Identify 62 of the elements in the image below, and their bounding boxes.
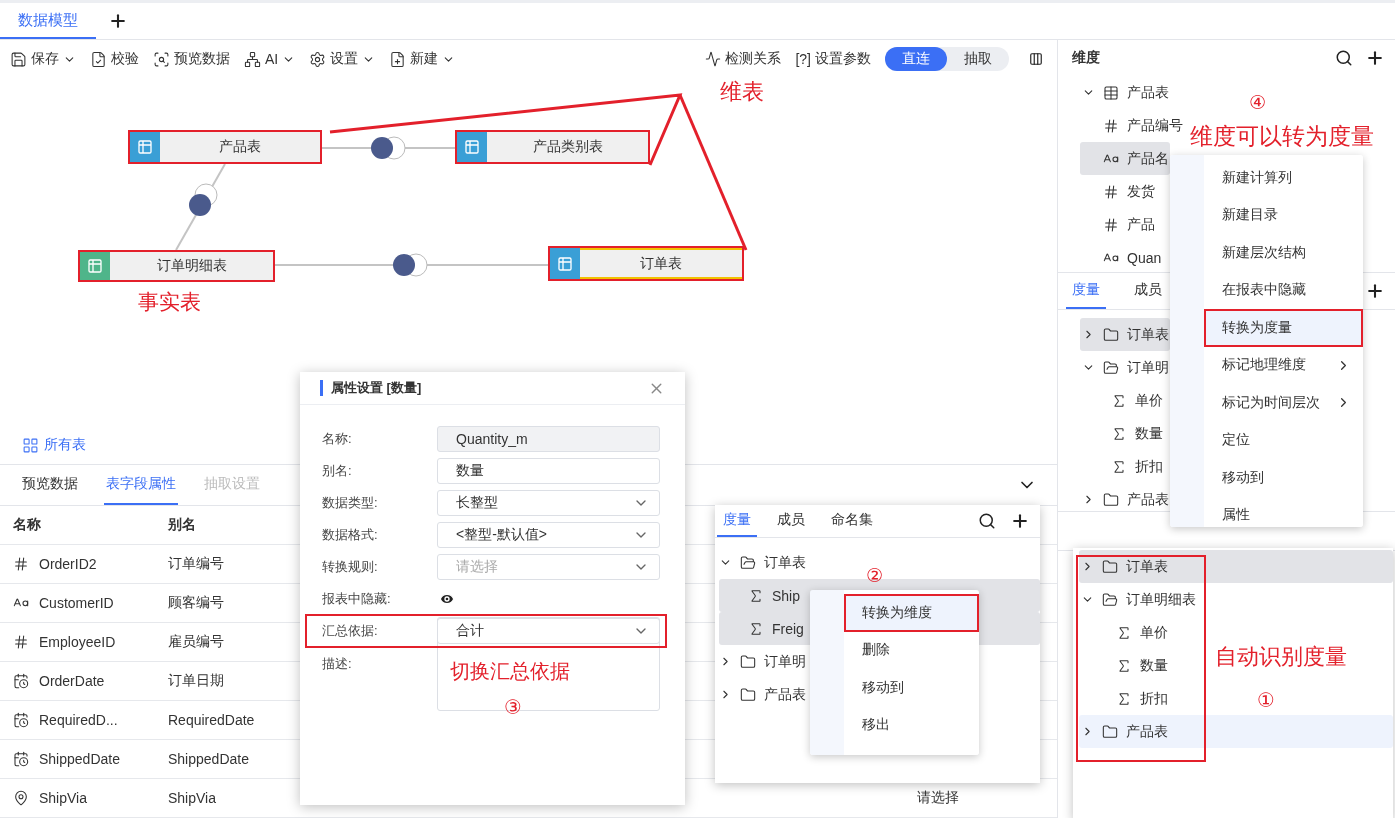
field-label: 名称: — [322, 430, 353, 448]
tree-label: 订单明细表 — [1126, 590, 1196, 609]
step-number: ① — [1257, 689, 1275, 711]
tree-label: 产品名 — [1127, 149, 1169, 168]
field-label: 报表中隐藏: — [322, 590, 392, 608]
step-number: ② — [866, 566, 884, 587]
tree-label: 折扣 — [1135, 457, 1163, 476]
annotation-label: 维度可以转为度量 — [1190, 124, 1374, 150]
table-cell: RequiredD... — [39, 712, 118, 728]
tree-label: 订单表 — [764, 553, 806, 572]
step-number: ③ — [504, 696, 522, 718]
tree-label: 订单表 — [1127, 325, 1169, 344]
node-label: 订单明细表 — [155, 257, 228, 275]
node-label: 订单表 — [639, 254, 683, 273]
dialog-title: 属性设置 [数量] — [331, 379, 423, 397]
tree-label: 产品编号 — [1127, 116, 1183, 135]
table-cell: 请选择 — [917, 789, 959, 807]
table-cell: 顾客编号 — [168, 594, 224, 612]
column-header: 名称 — [0, 506, 155, 545]
tree-label: 折扣 — [1140, 689, 1168, 708]
field-label: 汇总依据: — [322, 622, 379, 640]
tree-label: 单价 — [1135, 391, 1163, 410]
tree-label: 数量 — [1135, 424, 1163, 443]
field-label: 别名: — [322, 462, 353, 480]
table-cell: CustomerID — [39, 595, 114, 611]
field-label: 描述: — [322, 655, 353, 673]
node-label: 产品类别表 — [531, 138, 604, 156]
table-cell: ShippedDate — [39, 751, 120, 767]
table-cell: OrderDate — [39, 673, 105, 689]
annotation-label: 切换汇总依据 — [450, 660, 570, 682]
panel-title: 维度 — [1072, 49, 1101, 67]
annotation-label: 事实表 — [138, 290, 201, 314]
table-cell: ShipVia — [168, 790, 216, 806]
tree-label: 订单明 — [1127, 358, 1169, 377]
step-number: ④ — [1249, 93, 1267, 114]
field-label: 转换规则: — [322, 558, 379, 576]
tree-label: 数量 — [1140, 656, 1168, 675]
field-label: 数据格式: — [322, 526, 379, 544]
tree-label: 产品 — [1127, 215, 1155, 234]
table-cell: OrderID2 — [39, 556, 97, 572]
tree-label: 单价 — [1140, 623, 1168, 642]
name-field: Quantity_m — [437, 426, 660, 452]
table-cell: ShippedDate — [168, 751, 249, 767]
table-cell: 订单日期 — [168, 672, 224, 690]
tree-label: Ship — [772, 587, 801, 604]
tree-label: 发货 — [1127, 182, 1155, 201]
table-cell: RequiredDate — [168, 712, 255, 728]
tree-label: 产品表 — [1127, 490, 1169, 509]
tree-label: 产品表 — [764, 685, 806, 704]
annotation-label: 自动识别度量 — [1215, 645, 1347, 670]
table-cell: ShipVia — [39, 790, 87, 806]
tree-label: 产品表 — [1127, 83, 1169, 102]
tree-label: 订单明 — [764, 652, 806, 671]
tree-label: Freig — [772, 620, 804, 637]
tree-label: 产品表 — [1126, 722, 1168, 741]
tree-label: 订单表 — [1126, 557, 1168, 576]
annotation-label: 维表 — [720, 80, 764, 105]
table-cell: 订单编号 — [168, 555, 224, 573]
node-label: 产品表 — [218, 138, 262, 156]
tree-label: Quan — [1127, 249, 1162, 266]
table-cell: EmployeeID — [39, 634, 116, 650]
table-cell: 雇员编号 — [168, 633, 224, 651]
